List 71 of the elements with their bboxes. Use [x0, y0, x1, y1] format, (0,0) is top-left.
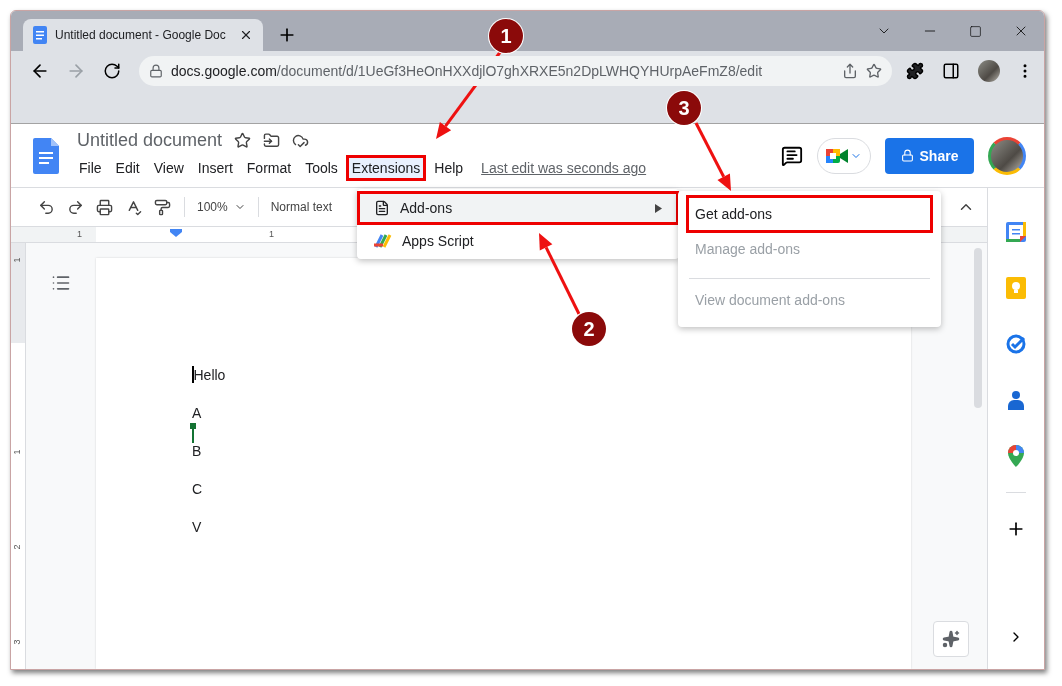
paint-roller-icon[interactable]	[154, 198, 171, 216]
last-edit-link[interactable]: Last edit was seconds ago	[481, 160, 647, 176]
sparkle-icon	[942, 630, 960, 648]
menu-item[interactable]: Apps Script	[357, 225, 679, 257]
add-ons-icon	[374, 200, 390, 216]
star-icon[interactable]	[866, 63, 882, 79]
body-text: V	[192, 518, 202, 535]
ruler-number: 3	[11, 639, 22, 645]
menu-item[interactable]: Edit	[109, 155, 146, 181]
docs-logo-icon	[33, 137, 59, 174]
cloud-icon[interactable]	[292, 132, 310, 149]
profile-avatar[interactable]	[978, 60, 1000, 82]
calendar-icon	[1006, 222, 1026, 242]
undo-icon[interactable]	[38, 198, 55, 216]
menu-item[interactable]: File	[73, 155, 108, 181]
zoom-dropdown[interactable]: 100%	[195, 198, 248, 216]
map-pin-icon	[1008, 445, 1024, 467]
ruler-number: 1	[269, 229, 274, 239]
close-icon[interactable]	[239, 28, 253, 42]
ruler-number: 1	[11, 449, 22, 455]
share-button[interactable]: Share	[885, 137, 974, 174]
meet-button[interactable]	[817, 137, 871, 174]
menu-item: Manage add-ons	[694, 240, 802, 259]
comment-icon[interactable]	[781, 144, 803, 167]
redo-icon[interactable]	[67, 198, 84, 216]
scrollbar[interactable]	[974, 248, 982, 408]
tab-title: Untitled document - Google Doc	[55, 28, 227, 42]
side-panel-icon[interactable]	[942, 62, 960, 80]
video-camera-icon	[826, 146, 848, 165]
url-text: docs.google.com/document/d/1UeGf3HeOnHXXdjlO7ghXRXE5n2DpLWHQYHUrpAeFmZ8/edit	[171, 63, 764, 79]
body-text: B	[192, 442, 202, 459]
star-icon[interactable]	[234, 132, 252, 149]
menu-item[interactable]: Help	[428, 155, 470, 181]
explore-button[interactable]	[933, 621, 969, 657]
indent-marker-icon[interactable]	[170, 229, 182, 237]
style-dropdown[interactable]: Normal text	[268, 198, 335, 216]
reload-icon[interactable]	[103, 62, 121, 80]
menu-item[interactable]: Format	[240, 155, 298, 181]
menu-item[interactable]: Tools	[299, 155, 344, 181]
body-text: A	[192, 404, 202, 421]
menu-item[interactable]: Insert	[191, 155, 239, 181]
collaborator-cursor-icon	[190, 423, 196, 443]
document-title[interactable]: Untitled document	[77, 130, 223, 151]
ruler-number: 1	[11, 257, 22, 263]
address-bar[interactable]: docs.google.com/document/d/1UeGf3HeOnHXXdjlO7ghXRXE5n2DpLWHQYHUrpAeFmZ8/edit	[139, 56, 892, 86]
outline-icon[interactable]	[51, 273, 71, 293]
check-circle-icon	[1006, 334, 1026, 354]
menu-item[interactable]: Extensions	[345, 155, 427, 181]
extensions-icon[interactable]	[906, 62, 924, 80]
text-cursor-icon	[192, 366, 194, 383]
lightbulb-icon	[1006, 277, 1026, 299]
menu-item[interactable]: Get add-ons	[686, 195, 933, 233]
body-text: Hello	[193, 366, 226, 383]
lock-icon	[900, 149, 914, 162]
submenu-arrow-icon	[655, 203, 662, 213]
body-text: C	[192, 480, 203, 497]
browser-tab[interactable]: Untitled document - Google Doc	[23, 19, 263, 51]
ruler-number: 1	[77, 229, 82, 239]
share-icon[interactable]	[842, 63, 858, 79]
lock-icon	[149, 64, 163, 78]
print-icon[interactable]	[96, 198, 113, 216]
person-icon	[1008, 390, 1024, 410]
folder-icon[interactable]	[263, 132, 281, 149]
apps-script-icon	[374, 233, 392, 249]
maximize-icon[interactable]	[969, 24, 982, 38]
ruler-number: 2	[11, 544, 22, 550]
annotation-arrow	[694, 122, 731, 191]
menu-item[interactable]: Add-ons	[357, 191, 679, 225]
menu-item[interactable]: View	[147, 155, 190, 181]
account-avatar[interactable]	[988, 136, 1026, 175]
docs-favicon-icon	[33, 26, 47, 44]
